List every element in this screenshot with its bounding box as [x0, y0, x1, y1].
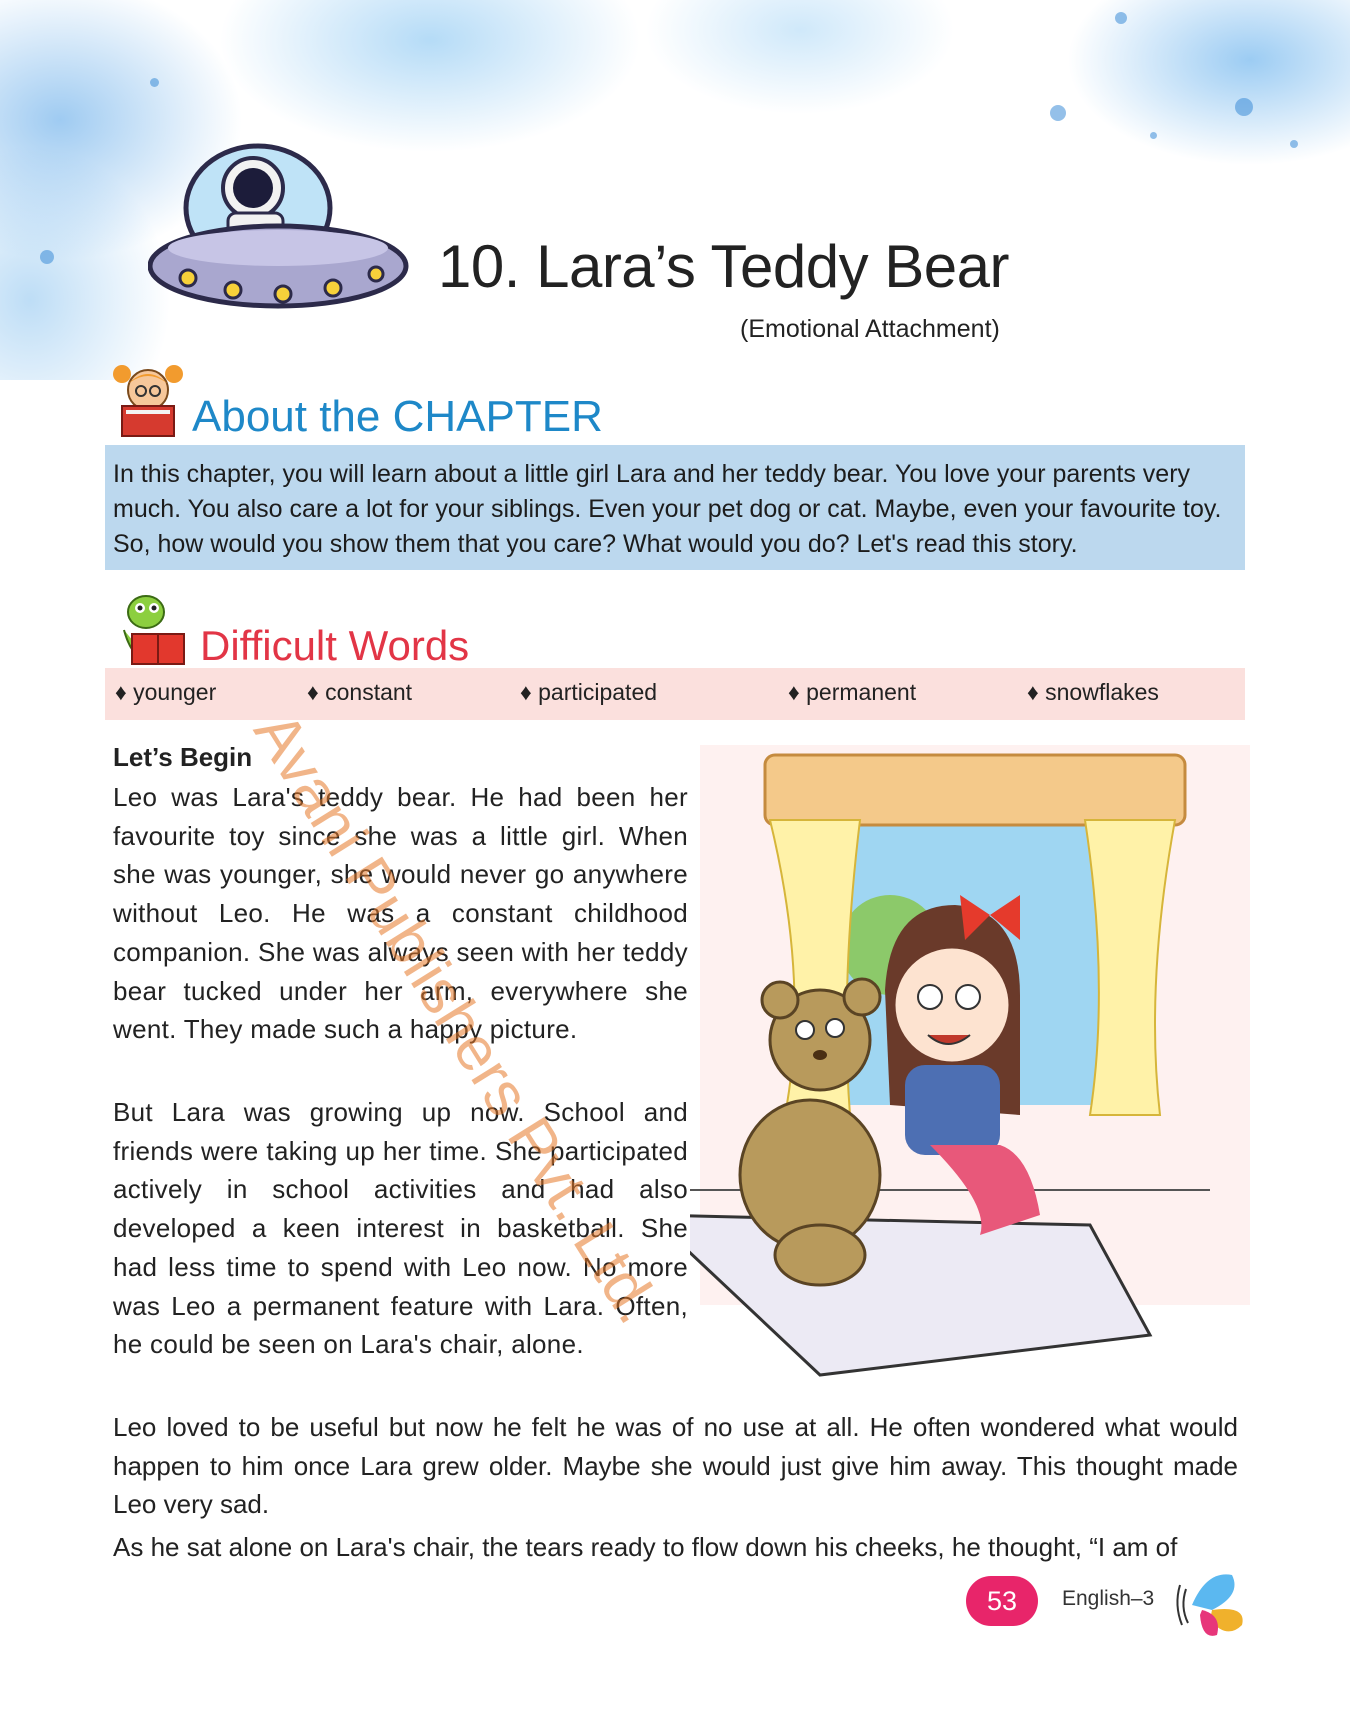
difficult-word: ♦ snowflakes [1027, 679, 1159, 705]
about-chapter-heading: About the CHAPTER [192, 392, 603, 441]
story-paragraph: As he sat alone on Lara's chair, the tea… [113, 1532, 1178, 1562]
book-label: English–3 [1062, 1587, 1155, 1610]
difficult-words-strip: ♦ younger ♦ constant ♦ participated ♦ pe… [105, 668, 1245, 720]
paint-splatter [1050, 105, 1066, 121]
lets-begin-heading: Let’s Begin [113, 742, 253, 772]
dinosaur-reading-book-icon [123, 595, 185, 665]
difficult-word: ♦ constant [307, 679, 413, 705]
paint-splatter [40, 250, 54, 264]
paint-splatter [150, 78, 159, 87]
difficult-word: ♦ permanent [788, 679, 917, 705]
page-number-badge: 53 [966, 1576, 1038, 1626]
paint-splatter [1150, 132, 1157, 139]
difficult-words-heading: Difficult Words [200, 622, 470, 669]
about-chapter-text: In this chapter, you will learn about a … [113, 460, 1222, 558]
paint-splatter [1115, 12, 1127, 24]
about-chapter-box: In this chapter, you will learn about a … [105, 445, 1245, 570]
chapter-subtitle: (Emotional Attachment) [740, 315, 1000, 343]
girl-reading-book-icon [113, 365, 183, 437]
paint-splatter [1235, 98, 1253, 116]
chapter-title: 10. Lara’s Teddy Bear [438, 233, 1010, 300]
paint-splatter [1290, 140, 1298, 148]
butterfly-icon [1176, 1574, 1243, 1636]
difficult-word: ♦ participated [520, 679, 658, 705]
difficult-word: ♦ younger [115, 679, 217, 705]
lara-and-teddy-bear-illustration [690, 745, 1250, 1377]
ufo-astronaut-illustration [148, 143, 409, 309]
story-paragraph: Leo loved to be useful but now he felt h… [113, 1412, 1238, 1520]
